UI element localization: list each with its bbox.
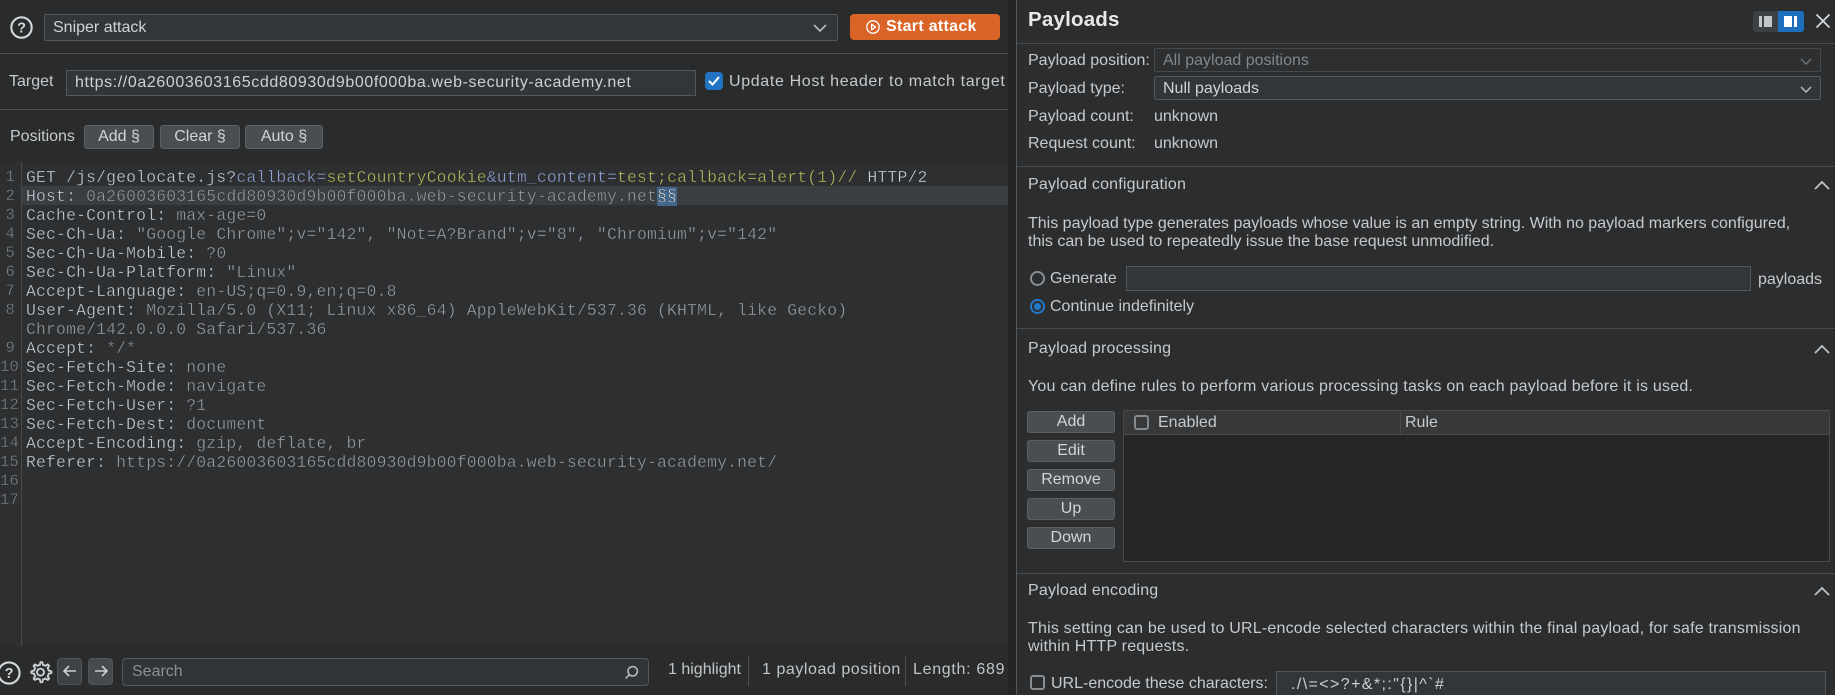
svg-text:?: ? (17, 21, 26, 37)
svg-text:?: ? (5, 666, 14, 682)
